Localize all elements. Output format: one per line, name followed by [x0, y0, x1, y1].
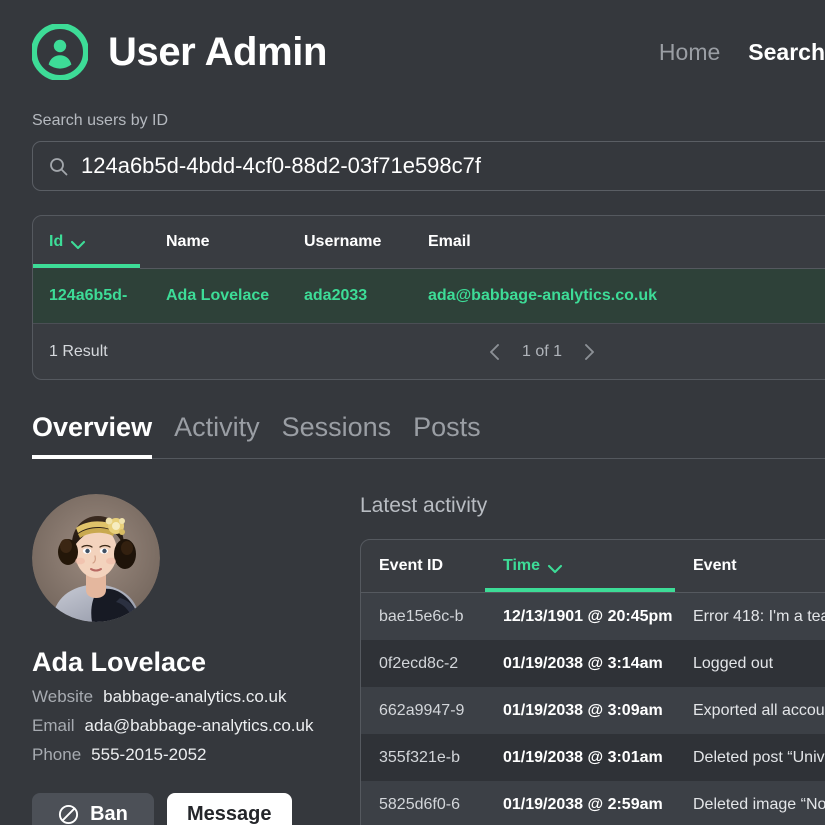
- pagination: 1 of 1: [33, 342, 825, 362]
- cell-event-id: bae15e6c-b: [361, 608, 485, 626]
- cell-id: 124a6b5d-: [33, 287, 150, 305]
- search-section: Search users by ID: [0, 104, 825, 191]
- app-header: User Admin Home Search: [0, 0, 825, 104]
- column-header-time-label: Time: [503, 557, 540, 575]
- table-row[interactable]: 124a6b5d- Ada Lovelace ada2033 ada@babba…: [33, 269, 825, 323]
- overview-content: Ada Lovelace Website babbage-analytics.c…: [0, 494, 825, 825]
- column-header-name[interactable]: Name: [150, 233, 288, 251]
- cell-event: Logged out: [675, 655, 825, 673]
- cell-time: 01/19/2038 @ 3:01am: [485, 749, 675, 767]
- cell-event: Deleted post “Univers: [675, 749, 825, 767]
- activity-table: Event ID Time Event bae15e6c-b 12/13/190…: [360, 539, 825, 825]
- cell-time: 01/19/2038 @ 2:59am: [485, 796, 675, 814]
- ban-button-label: Ban: [90, 803, 128, 825]
- table-row[interactable]: 0f2ecd8c-2 01/19/2038 @ 3:14am Logged ou…: [361, 640, 825, 687]
- field-value-phone: 555-2015-2052: [91, 745, 206, 765]
- tab-posts[interactable]: Posts: [413, 412, 481, 459]
- column-header-email[interactable]: Email: [412, 233, 675, 251]
- profile-field-email: Email ada@babbage-analytics.co.uk: [32, 716, 342, 736]
- message-button[interactable]: Message: [167, 793, 292, 825]
- chevron-down-icon: [70, 237, 86, 247]
- cell-event: Deleted image “Note: [675, 796, 825, 814]
- search-label: Search users by ID: [32, 112, 825, 130]
- activity-title: Latest activity: [360, 494, 825, 518]
- ban-icon: [58, 804, 79, 825]
- column-header-event-id[interactable]: Event ID: [361, 557, 485, 575]
- chevron-down-icon: [547, 561, 563, 571]
- profile-name: Ada Lovelace: [32, 647, 342, 678]
- column-header-event[interactable]: Event: [675, 557, 825, 575]
- profile-actions: Ban Message: [32, 793, 342, 825]
- field-label-website: Website: [32, 687, 93, 707]
- tab-activity[interactable]: Activity: [174, 412, 260, 459]
- main-nav: Home Search: [659, 39, 825, 66]
- message-button-label: Message: [187, 803, 272, 825]
- result-count: 1 Result: [49, 343, 108, 361]
- column-header-id[interactable]: Id: [33, 233, 150, 251]
- search-field[interactable]: [32, 141, 825, 191]
- profile-field-website: Website babbage-analytics.co.uk: [32, 687, 342, 707]
- page-indicator: 1 of 1: [522, 343, 562, 361]
- activity-table-header-row: Event ID Time Event: [361, 540, 825, 592]
- tab-sessions[interactable]: Sessions: [282, 412, 392, 459]
- search-results-table: Id Name Username Email Phone 124a6b5d- A…: [32, 215, 825, 380]
- field-label-phone: Phone: [32, 745, 81, 765]
- latest-activity-panel: Latest activity Event ID Time Event bae1…: [342, 494, 825, 825]
- brand: User Admin: [32, 24, 327, 80]
- field-value-website: babbage-analytics.co.uk: [103, 687, 286, 707]
- ban-button[interactable]: Ban: [32, 793, 154, 825]
- column-header-username[interactable]: Username: [288, 233, 412, 251]
- column-header-time[interactable]: Time: [485, 557, 675, 575]
- profile-field-phone: Phone 555-2015-2052: [32, 745, 342, 765]
- cell-time: 12/13/1901 @ 20:45pm: [485, 608, 675, 626]
- cell-event: Exported all account i: [675, 702, 825, 720]
- detail-tabs: Overview Activity Sessions Posts: [32, 412, 825, 459]
- table-row[interactable]: 662a9947-9 01/19/2038 @ 3:09am Exported …: [361, 687, 825, 734]
- results-table-footer: 1 Result 1 of 1: [33, 323, 825, 379]
- page-title: User Admin: [108, 30, 327, 75]
- search-icon: [49, 157, 68, 176]
- cell-name: Ada Lovelace: [150, 287, 288, 305]
- cell-event-id: 0f2ecd8c-2: [361, 655, 485, 673]
- user-circle-icon: [32, 24, 88, 80]
- tab-list: Overview Activity Sessions Posts: [32, 412, 825, 459]
- nav-link-home[interactable]: Home: [659, 39, 720, 66]
- tab-overview[interactable]: Overview: [32, 412, 152, 459]
- cell-event-id: 5825d6f0-6: [361, 796, 485, 814]
- column-header-id-label: Id: [49, 233, 63, 251]
- table-row[interactable]: bae15e6c-b 12/13/1901 @ 20:45pm Error 41…: [361, 593, 825, 640]
- cell-username: ada2033: [288, 287, 412, 305]
- table-row[interactable]: 355f321e-b 01/19/2038 @ 3:01am Deleted p…: [361, 734, 825, 781]
- user-profile-panel: Ada Lovelace Website babbage-analytics.c…: [32, 494, 342, 825]
- cell-event-id: 662a9947-9: [361, 702, 485, 720]
- cell-event-id: 355f321e-b: [361, 749, 485, 767]
- search-input[interactable]: [81, 153, 825, 179]
- field-label-email: Email: [32, 716, 75, 736]
- cell-time: 01/19/2038 @ 3:09am: [485, 702, 675, 720]
- cell-event: Error 418: I'm a teapot: [675, 608, 825, 626]
- chevron-right-icon[interactable]: [582, 342, 596, 362]
- chevron-left-icon[interactable]: [488, 342, 502, 362]
- nav-link-search[interactable]: Search: [748, 39, 825, 66]
- results-table-header-row: Id Name Username Email Phone: [33, 216, 825, 268]
- cell-email: ada@babbage-analytics.co.uk: [412, 287, 675, 305]
- table-row[interactable]: 5825d6f0-6 01/19/2038 @ 2:59am Deleted i…: [361, 781, 825, 825]
- field-value-email: ada@babbage-analytics.co.uk: [85, 716, 314, 736]
- cell-time: 01/19/2038 @ 3:14am: [485, 655, 675, 673]
- avatar: [32, 494, 160, 622]
